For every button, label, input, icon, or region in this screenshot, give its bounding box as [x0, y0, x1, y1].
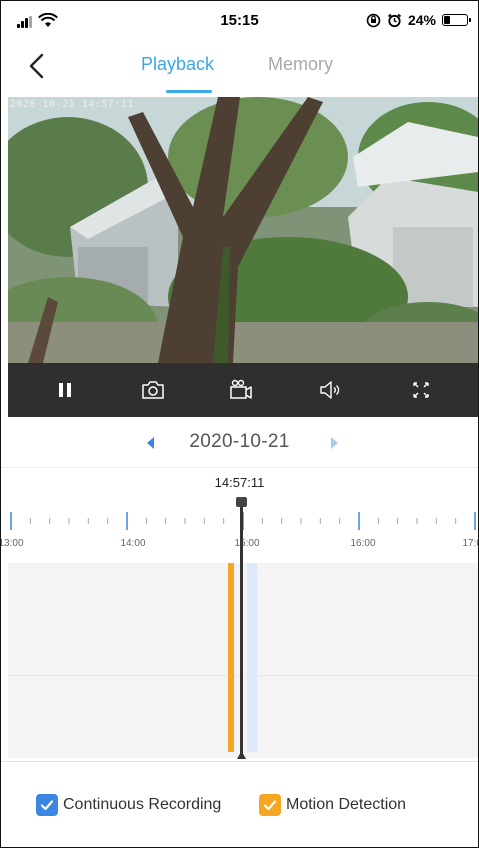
nav-bar: Playback Memory: [1, 41, 478, 97]
current-date[interactable]: 2020-10-21: [1, 431, 478, 453]
timeline-current-time: 14:57:11: [214, 475, 265, 490]
checkmark-icon: [263, 800, 277, 811]
active-tab-indicator: [166, 90, 212, 93]
motion-checkbox[interactable]: [259, 794, 281, 816]
recording-legend: Continuous Recording Motion Detection: [1, 761, 478, 847]
continuous-checkbox[interactable]: [36, 794, 58, 816]
volume-icon[interactable]: [316, 375, 346, 405]
playhead-foot-icon: [237, 751, 246, 759]
track-divider: [8, 675, 478, 676]
hour-label: 15:00: [234, 538, 260, 549]
motion-recording-segment[interactable]: [227, 563, 234, 752]
hour-label: 16:00: [350, 538, 376, 549]
hour-label: 13:00: [0, 538, 24, 549]
playhead-handle[interactable]: [236, 497, 247, 507]
alarm-icon: [387, 13, 402, 27]
snapshot-icon[interactable]: [138, 375, 168, 405]
recording-track[interactable]: [8, 563, 478, 758]
status-bar: 15:15 24%: [1, 1, 478, 41]
playhead-line[interactable]: [240, 503, 243, 757]
checkmark-icon: [40, 800, 54, 811]
orientation-lock-icon: [366, 13, 381, 27]
playback-controls: [8, 363, 478, 417]
tab-memory[interactable]: Memory: [268, 54, 333, 75]
record-icon[interactable]: [226, 375, 256, 405]
video-timestamp-overlay: 2020-10-21 14:57:11: [10, 99, 134, 110]
app-screen: 15:15 24% Playback Memory 2020-10-21 14:…: [0, 0, 479, 848]
motion-label: Motion Detection: [286, 796, 407, 813]
hour-label: 14:00: [120, 538, 146, 549]
next-date-icon[interactable]: [329, 437, 339, 449]
motion-detection-filter[interactable]: Motion Detection: [259, 794, 406, 816]
video-frame-image: [8, 97, 478, 363]
date-selector: 2020-10-21: [1, 419, 478, 468]
fullscreen-icon[interactable]: [406, 375, 436, 405]
video-player[interactable]: 2020-10-21 14:57:11: [8, 97, 478, 363]
continuous-recording-segment[interactable]: [246, 563, 257, 752]
continuous-recording-filter[interactable]: Continuous Recording: [36, 794, 221, 816]
battery-icon: [442, 14, 471, 26]
tab-playback[interactable]: Playback: [141, 54, 214, 75]
hour-label: 17:00: [462, 538, 478, 549]
continuous-label: Continuous Recording: [63, 796, 222, 813]
pause-icon[interactable]: [50, 375, 80, 405]
back-icon[interactable]: [23, 51, 53, 81]
battery-percent: 24%: [407, 12, 436, 28]
